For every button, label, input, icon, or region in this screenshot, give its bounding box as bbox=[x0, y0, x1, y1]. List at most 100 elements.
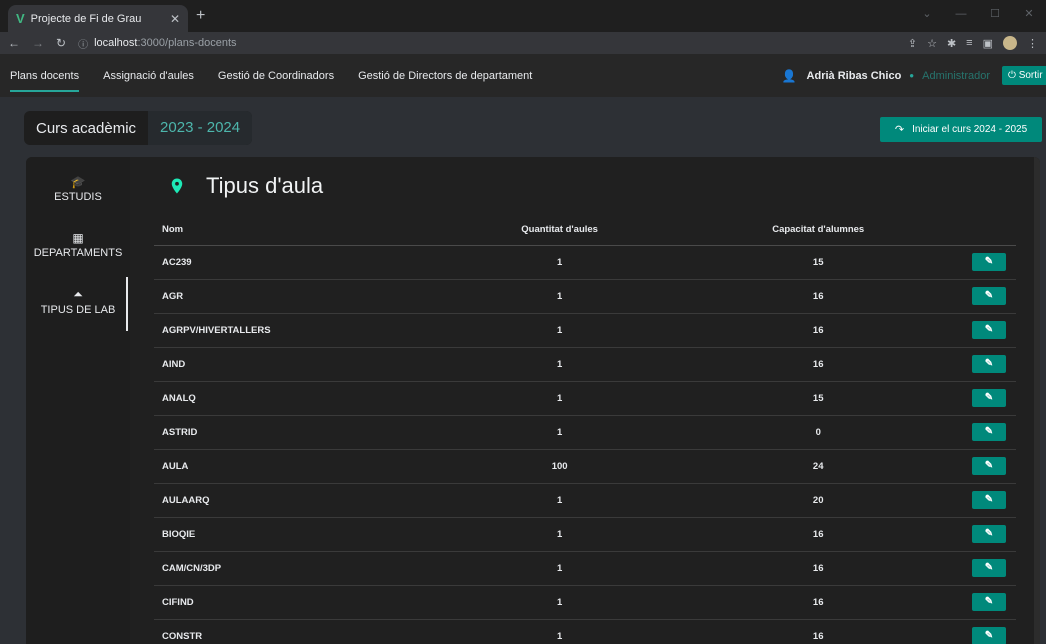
table-row: ASTRID 1 0 ✎ bbox=[154, 415, 1016, 450]
table-row: CAM/CN/3DP 1 16 ✎ bbox=[154, 551, 1016, 586]
cell-capacitat: 20 bbox=[681, 483, 956, 518]
edit-button[interactable]: ✎ bbox=[972, 627, 1006, 644]
logout-label: Sortir bbox=[1018, 70, 1043, 81]
url-path: :3000/plans-docents bbox=[137, 37, 237, 49]
cell-actions: ✎ bbox=[955, 313, 1016, 348]
info-icon[interactable]: ⓘ bbox=[78, 36, 88, 51]
edit-button[interactable]: ✎ bbox=[972, 321, 1006, 339]
back-icon[interactable]: ← bbox=[8, 36, 20, 50]
cell-quantitat: 1 bbox=[437, 483, 682, 518]
table-row: ANALQ 1 15 ✎ bbox=[154, 381, 1016, 416]
content-area: Tipus d'aula Nom Quantitat d'aules Capac… bbox=[130, 157, 1040, 644]
browser-titlebar: V Projecte de Fi de Grau ✕ + ⌄ — ☐ ✕ bbox=[0, 0, 1046, 32]
minimize-icon[interactable]: — bbox=[944, 0, 978, 32]
sidebar-item-departaments[interactable]: ▦ DEPARTAMENTS bbox=[26, 221, 130, 269]
graduation-cap-icon: 🎓 bbox=[70, 175, 86, 189]
cell-capacitat: 16 bbox=[681, 347, 956, 382]
cell-capacitat: 16 bbox=[681, 585, 956, 620]
cell-quantitat: 1 bbox=[437, 415, 682, 450]
tab-close-icon[interactable]: ✕ bbox=[170, 12, 180, 26]
new-tab-icon[interactable]: + bbox=[196, 7, 205, 25]
table-row: CIFIND 1 16 ✎ bbox=[154, 585, 1016, 620]
column-header-nom[interactable]: Nom bbox=[154, 215, 438, 246]
logout-button[interactable]: ⏻ Sortir bbox=[1002, 66, 1046, 85]
edit-button[interactable]: ✎ bbox=[972, 355, 1006, 373]
table-header-row: Nom Quantitat d'aules Capacitat d'alumne… bbox=[154, 215, 1016, 246]
nav-assignacio-aules[interactable]: Assignació d'aules bbox=[103, 58, 194, 94]
page-body: Curs acadèmic 2023 - 2024 ↷ Iniciar el c… bbox=[0, 97, 1046, 644]
cell-nom: AC239 bbox=[154, 245, 438, 280]
nav-gestio-directors[interactable]: Gestió de Directors de departament bbox=[358, 58, 532, 94]
cell-actions: ✎ bbox=[955, 347, 1016, 382]
extensions-icon[interactable]: ✱ bbox=[947, 37, 956, 50]
edit-button[interactable]: ✎ bbox=[972, 389, 1006, 407]
maximize-icon[interactable]: ☐ bbox=[978, 0, 1012, 32]
cell-quantitat: 1 bbox=[437, 347, 682, 382]
academic-year-selector[interactable]: Curs acadèmic 2023 - 2024 bbox=[24, 111, 253, 145]
cell-capacitat: 16 bbox=[681, 517, 956, 552]
cell-quantitat: 1 bbox=[437, 381, 682, 416]
browser-extensions: ⇪ ☆ ✱ ≡ ▣ ⋮ bbox=[908, 36, 1038, 50]
user-icon: 👤 bbox=[781, 68, 797, 83]
cell-quantitat: 1 bbox=[437, 585, 682, 620]
edit-button[interactable]: ✎ bbox=[972, 593, 1006, 611]
edit-button[interactable]: ✎ bbox=[972, 457, 1006, 475]
sidepanel-icon[interactable]: ▣ bbox=[983, 37, 993, 50]
cell-nom: AGR bbox=[154, 279, 438, 314]
table-row: AGR 1 16 ✎ bbox=[154, 279, 1016, 314]
edit-button[interactable]: ✎ bbox=[972, 559, 1006, 577]
nav-plans-docents[interactable]: Plans docents bbox=[10, 58, 80, 94]
cell-nom: CONSTR bbox=[154, 619, 438, 644]
table-row: CONSTR 1 16 ✎ bbox=[154, 619, 1016, 644]
forward-icon[interactable]: → bbox=[32, 36, 44, 50]
nav-gestio-coordinadors[interactable]: Gestió de Coordinadors bbox=[218, 58, 334, 94]
table-row: BIOQIE 1 16 ✎ bbox=[154, 517, 1016, 552]
menu-icon[interactable]: ⋮ bbox=[1027, 37, 1038, 50]
power-icon: ⏻ bbox=[1008, 70, 1019, 81]
start-course-label: Iniciar el curs 2024 - 2025 bbox=[912, 124, 1028, 135]
column-header-quantitat[interactable]: Quantitat d'aules bbox=[437, 215, 682, 246]
cell-actions: ✎ bbox=[955, 449, 1016, 484]
share-icon[interactable]: ⇪ bbox=[908, 37, 917, 50]
edit-button[interactable]: ✎ bbox=[972, 287, 1006, 305]
redo-arrow-icon: ↷ bbox=[894, 124, 905, 136]
lab-types-table: Nom Quantitat d'aules Capacitat d'alumne… bbox=[154, 215, 1016, 644]
cell-capacitat: 24 bbox=[681, 449, 956, 484]
profile-avatar[interactable] bbox=[1003, 36, 1017, 50]
edit-button[interactable]: ✎ bbox=[972, 525, 1006, 543]
edit-button[interactable]: ✎ bbox=[972, 491, 1006, 509]
cell-nom: BIOQIE bbox=[154, 517, 438, 552]
chevron-down-icon[interactable]: ⌄ bbox=[910, 0, 944, 32]
cell-quantitat: 1 bbox=[437, 279, 682, 314]
bookmark-star-icon[interactable]: ☆ bbox=[927, 37, 937, 50]
cell-actions: ✎ bbox=[955, 517, 1016, 552]
cell-quantitat: 1 bbox=[437, 517, 682, 552]
cell-actions: ✎ bbox=[955, 585, 1016, 620]
cell-quantitat: 1 bbox=[437, 245, 682, 280]
sidebar-item-estudis[interactable]: 🎓 ESTUDIS bbox=[26, 165, 130, 213]
reading-list-icon[interactable]: ≡ bbox=[966, 37, 972, 49]
sidebar: 🎓 ESTUDIS ▦ DEPARTAMENTS ⏶ TIPUS DE LAB bbox=[26, 157, 130, 644]
column-header-capacitat[interactable]: Capacitat d'alumnes bbox=[681, 215, 956, 246]
page-heading: Tipus d'aula bbox=[168, 173, 323, 199]
close-icon[interactable]: ✕ bbox=[1012, 0, 1046, 32]
cell-quantitat: 100 bbox=[437, 449, 682, 484]
sidebar-item-label: ESTUDIS bbox=[54, 191, 102, 203]
cell-actions: ✎ bbox=[955, 279, 1016, 314]
column-header-actions bbox=[955, 215, 1016, 246]
reload-icon[interactable]: ↻ bbox=[56, 36, 66, 50]
browser-tab[interactable]: V Projecte de Fi de Grau ✕ bbox=[8, 5, 188, 32]
start-course-button[interactable]: ↷ Iniciar el curs 2024 - 2025 bbox=[880, 117, 1042, 142]
edit-button[interactable]: ✎ bbox=[972, 253, 1006, 271]
cell-quantitat: 1 bbox=[437, 313, 682, 348]
building-icon: ▦ bbox=[72, 231, 84, 245]
scrollbar[interactable] bbox=[1034, 157, 1040, 644]
table-row: AULAARQ 1 20 ✎ bbox=[154, 483, 1016, 518]
url-field[interactable]: ⓘ localhost:3000/plans-docents bbox=[78, 36, 908, 51]
cell-nom: AIND bbox=[154, 347, 438, 382]
sidebar-item-tipus-lab[interactable]: ⏶ TIPUS DE LAB bbox=[26, 277, 130, 331]
cell-actions: ✎ bbox=[955, 415, 1016, 450]
cell-nom: AGRPV/HIVERTALLERS bbox=[154, 313, 438, 348]
edit-button[interactable]: ✎ bbox=[972, 423, 1006, 441]
main-panel: 🎓 ESTUDIS ▦ DEPARTAMENTS ⏶ TIPUS DE LAB … bbox=[26, 157, 1040, 644]
